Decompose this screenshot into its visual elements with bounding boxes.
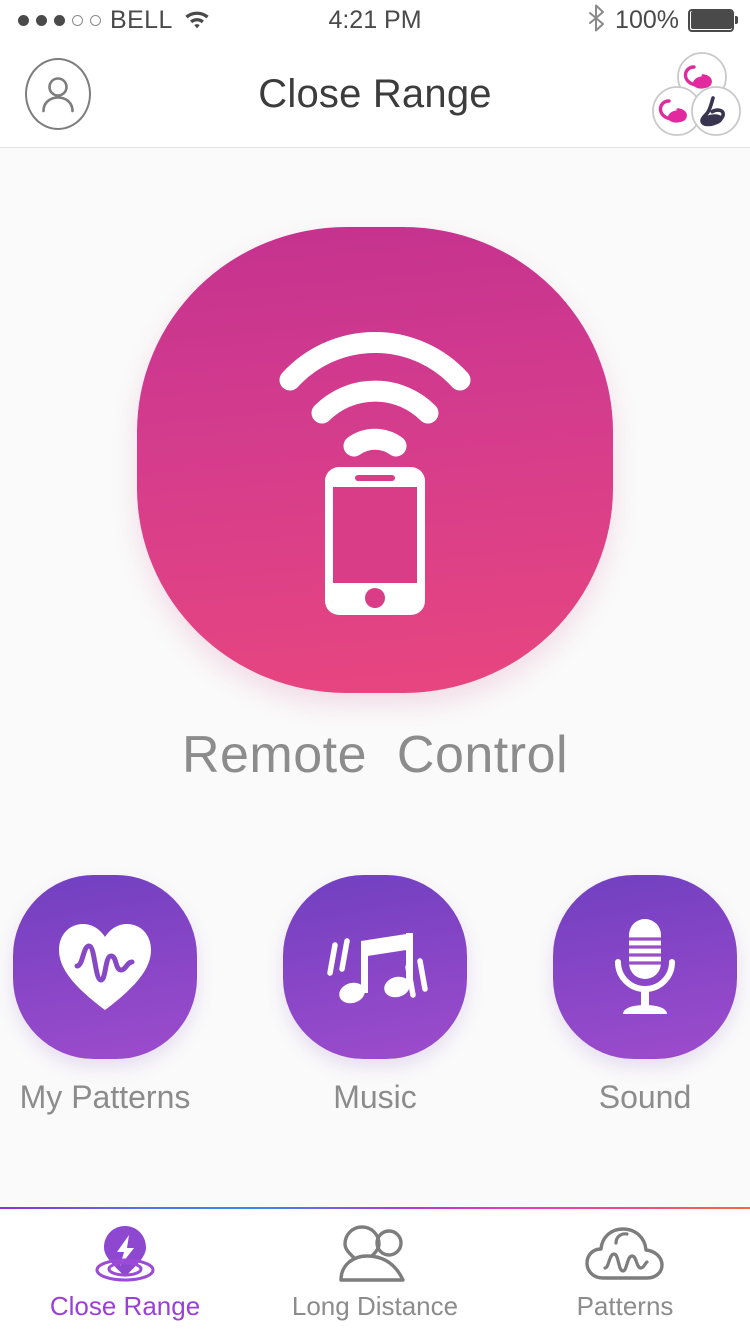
heart-pulse-icon <box>59 924 151 1010</box>
location-pin-bolt-icon <box>87 1223 163 1285</box>
phone-wireless-icon <box>279 331 471 615</box>
music-tile[interactable] <box>283 875 467 1059</box>
devices-cluster-icon[interactable] <box>650 50 742 138</box>
battery-percent-label: 100% <box>615 5 679 34</box>
battery-icon <box>688 8 738 32</box>
quick-actions-row: My Patterns Music Sound <box>0 875 750 1116</box>
status-bar-right: 100% <box>588 4 738 37</box>
nav-bar: Close Range <box>0 40 750 148</box>
page-title: Close Range <box>258 71 492 116</box>
action-my-patterns[interactable]: My Patterns <box>13 875 197 1116</box>
tab-long-distance[interactable]: Long Distance <box>250 1209 500 1334</box>
tab-patterns[interactable]: Patterns <box>500 1209 750 1334</box>
remote-control-section: Remote Control <box>0 227 750 785</box>
sound-label: Sound <box>598 1079 692 1115</box>
action-music[interactable]: Music <box>283 875 467 1116</box>
bottom-tab-bar: Close Range Long Distance Patterns <box>0 1207 750 1334</box>
sound-tile[interactable] <box>553 875 737 1059</box>
tab-close-range-label: Close Range <box>49 1291 201 1321</box>
two-people-icon <box>335 1223 415 1285</box>
tab-patterns-label: Patterns <box>576 1291 674 1321</box>
tab-long-distance-label: Long Distance <box>291 1291 459 1321</box>
status-bar: BELL 4:21 PM 100% <box>0 0 750 40</box>
music-notes-icon <box>327 933 428 1004</box>
microphone-icon <box>615 919 675 1014</box>
tab-close-range[interactable]: Close Range <box>0 1209 250 1334</box>
app-screen: BELL 4:21 PM 100% Close Range Remote Con… <box>0 0 750 1334</box>
remote-control-card[interactable] <box>137 227 613 693</box>
remote-control-label: Remote Control <box>181 726 569 784</box>
action-sound[interactable]: Sound <box>553 875 737 1116</box>
bluetooth-icon <box>588 4 606 37</box>
my-patterns-label: My Patterns <box>19 1079 191 1115</box>
main-content: Remote Control My Patterns Music Sound <box>0 149 750 1207</box>
cloud-wave-icon <box>583 1223 667 1285</box>
my-patterns-tile[interactable] <box>13 875 197 1059</box>
music-label: Music <box>333 1079 417 1115</box>
